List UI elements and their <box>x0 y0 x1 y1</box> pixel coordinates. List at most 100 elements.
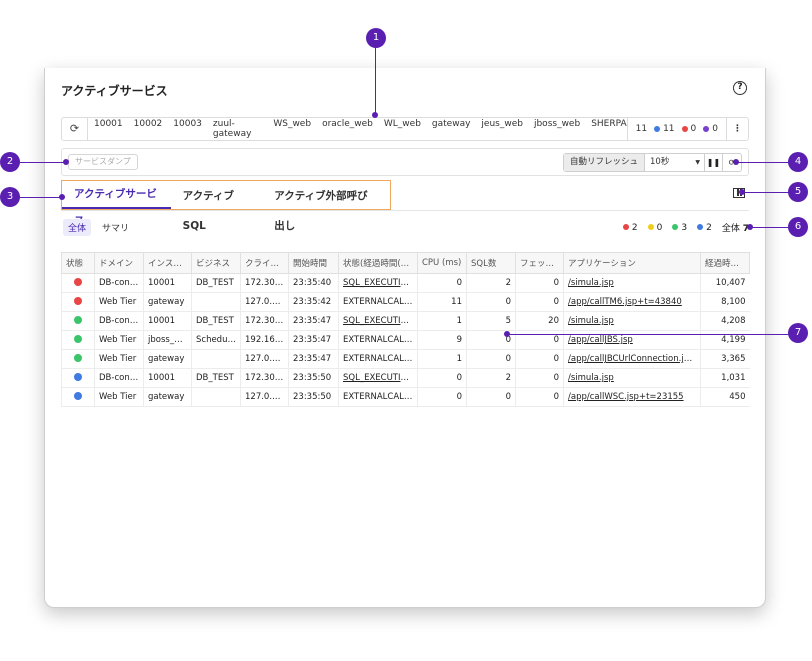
blue-status-icon <box>74 372 82 381</box>
red-status-icon <box>74 277 82 286</box>
table-row[interactable]: DB-con… 10001 DB_TEST 172.30.0.1 23:35:47 SQL… <box>61 311 750 331</box>
cell-elapsed: 8,100 <box>700 292 750 312</box>
cell-app[interactable]: /app/callTM6.jsp+t=43840 <box>563 292 701 312</box>
status-cell <box>61 330 95 350</box>
callout-line <box>750 227 790 228</box>
cell-app[interactable]: /simula.jsp <box>563 273 701 293</box>
agent-purple-count: 0 <box>703 124 718 134</box>
cell-state[interactable]: EXTERNALCALL… <box>338 330 418 350</box>
purple-dot-icon <box>703 125 710 132</box>
cell-client: 192.168… <box>240 330 289 350</box>
cell-app[interactable]: /simula.jsp <box>563 311 701 331</box>
agent-item[interactable]: oracle_web <box>322 119 373 139</box>
agent-item[interactable]: jeus_web <box>481 119 523 139</box>
agent-blue-count: 11 <box>654 124 675 134</box>
tab-active-sql[interactable]: アクティブSQL <box>171 181 263 232</box>
cell-domain: DB-con… <box>94 273 144 293</box>
agent-item[interactable]: jboss_web <box>534 119 580 139</box>
agent-item[interactable]: WS_web <box>273 119 311 139</box>
cell-instance: 10001 <box>143 368 192 388</box>
agent-item[interactable]: 10003 <box>173 119 202 139</box>
table-header: 状態 ドメイン インス… ビジネス クライ… 開始時間 状態(経過時間(… CPU (ms) S… <box>61 252 750 274</box>
cell-state[interactable]: SQL_EXECUTIN… <box>338 273 418 293</box>
cell-cpu: 1 <box>417 311 467 331</box>
cell-start: 23:35:50 <box>288 368 339 388</box>
table-row[interactable]: DB-con… 10001 DB_TEST 172.30.0.1 23:35:40 SQL… <box>61 273 750 293</box>
cell-instance: gateway <box>143 387 192 407</box>
table-row[interactable]: DB-con… 10001 DB_TEST 172.30.0.1 23:35:50 SQL… <box>61 368 750 388</box>
cell-fetch: 20 <box>515 311 564 331</box>
column-header[interactable]: クライ… <box>240 252 289 274</box>
callout-badge: 4 <box>788 152 808 172</box>
column-header[interactable]: SQL数 <box>466 252 516 274</box>
column-header[interactable]: 状態(経過時間(… <box>338 252 418 274</box>
column-header[interactable]: 開始時間 <box>288 252 339 274</box>
table-row[interactable]: Web Tier gateway 127.0.0.1 23:35:42 EXTERNAL… <box>61 292 750 312</box>
cell-elapsed: 10,407 <box>700 273 750 293</box>
column-header[interactable]: ドメイン <box>94 252 144 274</box>
refresh-agents-icon[interactable]: ⟳ <box>62 118 88 140</box>
cell-sql: 0 <box>466 292 516 312</box>
status-cell <box>61 311 95 331</box>
callout-badge: 5 <box>788 182 808 202</box>
cell-start: 23:35:42 <box>288 292 339 312</box>
agent-item[interactable]: WL_web <box>384 119 421 139</box>
filter-all[interactable]: 全体 <box>63 219 92 236</box>
service-dump-button[interactable]: サービスダンプ <box>68 154 138 170</box>
callout-badge: 3 <box>0 187 20 207</box>
table-row[interactable]: Web Tier gateway 127.0.0.1 23:35:47 EXTERNAL… <box>61 349 750 369</box>
cell-app[interactable]: /app/callJBCUrlConnection.js… <box>563 349 701 369</box>
column-header[interactable]: 状態 <box>61 252 95 274</box>
refresh-interval-select[interactable]: 10秒 ▼ <box>645 154 705 171</box>
red-status-icon <box>74 296 82 305</box>
cell-cpu: 0 <box>417 387 467 407</box>
column-header[interactable]: フェッ… <box>515 252 564 274</box>
agent-total-count: 11 <box>635 124 648 134</box>
more-menu-icon[interactable]: ⋮ <box>726 118 748 140</box>
callout-badge: 2 <box>0 152 20 172</box>
column-header[interactable]: CPU (ms) <box>417 252 467 274</box>
callout-line <box>18 162 66 163</box>
column-header[interactable]: インス… <box>143 252 192 274</box>
agent-item[interactable]: 10002 <box>134 119 163 139</box>
cell-fetch: 0 <box>515 292 564 312</box>
column-header[interactable]: ビジネス <box>191 252 241 274</box>
cell-state[interactable]: EXTERNALCALL… <box>338 349 418 369</box>
cell-app[interactable]: /simula.jsp <box>563 368 701 388</box>
cell-state[interactable]: EXTERNALCALL… <box>338 292 418 312</box>
cell-elapsed: 1,031 <box>700 368 750 388</box>
cell-state[interactable]: SQL_EXECUTIN… <box>338 311 418 331</box>
status-cell <box>61 292 95 312</box>
agent-counts: 11 11 0 0 <box>626 118 726 140</box>
cell-app[interactable]: /app/callWSC.jsp+t=23155 <box>563 387 701 407</box>
agent-item[interactable]: 10001 <box>94 119 123 139</box>
table-row[interactable]: Web Tier gateway 127.0.0.1 23:35:50 EXTERNAL… <box>61 387 750 407</box>
column-header[interactable]: アプリケーション <box>563 252 701 274</box>
pause-icon[interactable]: ❚❚ <box>705 154 723 171</box>
cell-state[interactable]: EXTERNALCALL… <box>338 387 418 407</box>
status-green-count: 3 <box>672 223 687 233</box>
callout-line <box>736 162 790 163</box>
tab-active-service[interactable]: アクティブサービス <box>62 181 171 227</box>
cell-instance: 10001 <box>143 311 192 331</box>
agent-item[interactable]: gateway <box>432 119 471 139</box>
cell-fetch: 0 <box>515 387 564 407</box>
cell-cpu: 9 <box>417 330 467 350</box>
cell-domain: DB-con… <box>94 368 144 388</box>
cell-instance: 10001 <box>143 273 192 293</box>
agent-item[interactable]: zuul-gateway <box>213 119 262 139</box>
filter-summary[interactable]: サマリ <box>97 219 134 236</box>
cell-start: 23:35:50 <box>288 387 339 407</box>
tab-bar: アクティブサービス アクティブSQL アクティブ外部呼び出し <box>61 180 391 232</box>
yellow-dot-icon <box>647 224 654 230</box>
callout-line <box>742 192 790 193</box>
agent-item[interactable]: SHERPA <box>591 119 626 139</box>
help-icon[interactable]: ? <box>733 81 747 95</box>
callout-line <box>18 197 62 198</box>
tab-active-external-call[interactable]: アクティブ外部呼び出し <box>262 181 390 232</box>
agent-list: 10001 10002 10003 zuul-gateway WS_web oracle_… <box>88 119 627 139</box>
cell-state[interactable]: SQL_EXECUTIN… <box>338 368 418 388</box>
column-header[interactable]: 経過時… <box>700 252 750 274</box>
cell-domain: DB-con… <box>94 311 144 331</box>
callout-badge: 1 <box>366 28 386 48</box>
